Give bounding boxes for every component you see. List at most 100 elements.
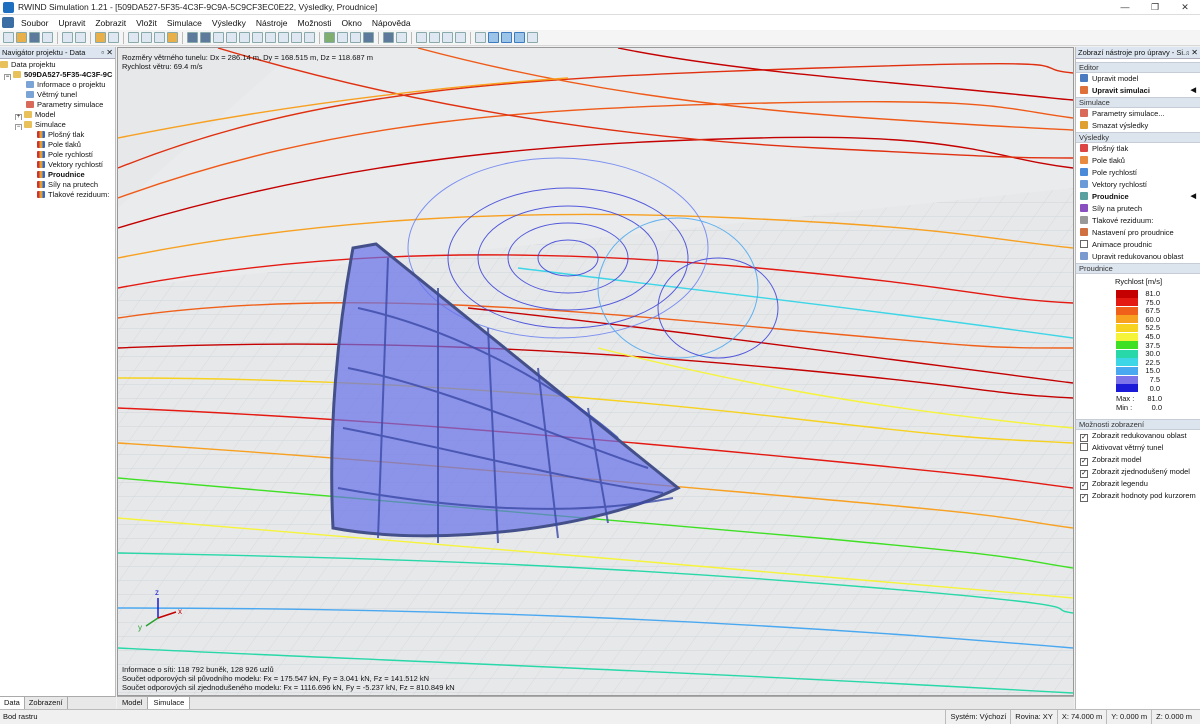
tree-sim-sily[interactable]: Síly na prutech xyxy=(0,180,115,190)
menu-zobrazit[interactable]: Zobrazit xyxy=(90,18,131,28)
3d-viewport[interactable]: z x y Rozměry větrného tunelu: Dx = 286.… xyxy=(117,47,1074,696)
tree-sim-pole-tlaku[interactable]: Pole tlaků xyxy=(0,140,115,150)
solid-icon[interactable] xyxy=(383,32,394,43)
display-option[interactable]: ✓ Zobrazit model xyxy=(1076,454,1200,466)
menu-moznosti[interactable]: Možnosti xyxy=(293,18,337,28)
menu-vlozit[interactable]: Vložit xyxy=(131,18,162,28)
status-grid-point[interactable]: Bod rastru xyxy=(3,710,38,724)
tree-project[interactable]: −509DA527-5F35-4C3F-9C xyxy=(0,70,115,80)
view-left-icon[interactable] xyxy=(239,32,250,43)
display-option[interactable]: ✓ Zobrazit redukovanou oblast xyxy=(1076,430,1200,442)
display-option[interactable]: ✓ Zobrazit hodnoty pod kurzorem xyxy=(1076,490,1200,502)
minimize-button[interactable]: — xyxy=(1110,0,1140,15)
panel-bottom-icon[interactable] xyxy=(514,32,525,43)
result-sily[interactable]: Síly na prutech xyxy=(1076,203,1200,215)
menu-okno[interactable]: Okno xyxy=(337,18,367,28)
snap-icon[interactable] xyxy=(167,32,178,43)
zoom-window-icon[interactable] xyxy=(304,32,315,43)
view-top-icon[interactable] xyxy=(265,32,276,43)
grid-icon[interactable] xyxy=(154,32,165,43)
result-pole-rychlosti[interactable]: Pole rychlostí xyxy=(1076,167,1200,179)
tree-sim-vektory[interactable]: Vektory rychlostí xyxy=(0,160,115,170)
dropdown-icon[interactable] xyxy=(108,32,119,43)
tree-sim-plosny-tlak[interactable]: Plošný tlak xyxy=(0,130,115,140)
edit-icon[interactable] xyxy=(95,32,106,43)
result-reziduum[interactable]: Tlakové reziduum: xyxy=(1076,215,1200,227)
tab-model[interactable]: Model xyxy=(117,697,149,709)
result-proudnice[interactable]: Proudnice ◀ xyxy=(1076,191,1200,203)
tab-data[interactable]: Data xyxy=(0,697,25,709)
color-icon[interactable] xyxy=(324,32,335,43)
tree-item-params[interactable]: Parametry simulace xyxy=(0,100,115,110)
tree-item-info[interactable]: Informace o projektu xyxy=(0,80,115,90)
delete-results-item[interactable]: Smazat výsledky xyxy=(1076,120,1200,132)
panel-right-icon[interactable] xyxy=(501,32,512,43)
navigator-buttons[interactable]: ▫ ✕ xyxy=(101,47,113,58)
display-icon[interactable] xyxy=(350,32,361,43)
clip-icon[interactable] xyxy=(455,32,466,43)
tree-item-tunnel[interactable]: Větrný tunel xyxy=(0,90,115,100)
edit-simulation-item[interactable]: Upravit simulaci ◀ xyxy=(1076,85,1200,97)
edit-reduced-area-item[interactable]: Upravit redukovanou oblast xyxy=(1076,251,1200,263)
move-icon[interactable] xyxy=(141,32,152,43)
menu-vysledky[interactable]: Výsledky xyxy=(207,18,251,28)
view-bottom-icon[interactable] xyxy=(278,32,289,43)
result-pole-tlaku[interactable]: Pole tlaků xyxy=(1076,155,1200,167)
arrows-icon[interactable] xyxy=(442,32,453,43)
layout-icon[interactable] xyxy=(475,32,486,43)
display-option[interactable]: ✓ Zobrazit legendu xyxy=(1076,478,1200,490)
animate-checkbox[interactable] xyxy=(1080,240,1088,248)
print-icon[interactable] xyxy=(42,32,53,43)
tree-sim-proudnice[interactable]: Proudnice xyxy=(0,170,115,180)
display-option[interactable]: Aktivovat větrný tunel xyxy=(1076,442,1200,454)
render-icon[interactable] xyxy=(337,32,348,43)
wireframe-icon[interactable] xyxy=(363,32,374,43)
view-right-icon[interactable] xyxy=(252,32,263,43)
section-icon[interactable] xyxy=(429,32,440,43)
transparency-icon[interactable] xyxy=(396,32,407,43)
view-back-icon[interactable] xyxy=(226,32,237,43)
zoom-all-icon[interactable] xyxy=(291,32,302,43)
animate-streamlines-item[interactable]: Animace proudnic xyxy=(1076,239,1200,251)
document-menu-icon[interactable] xyxy=(2,17,14,28)
view-rotate-icon[interactable] xyxy=(200,32,211,43)
result-plosny-tlak[interactable]: Plošný tlak xyxy=(1076,143,1200,155)
menu-nastroje[interactable]: Nástroje xyxy=(251,18,293,28)
tab-simulace[interactable]: Simulace xyxy=(148,697,191,709)
streamline-settings-item[interactable]: Nastavení pro proudnice xyxy=(1076,227,1200,239)
menu-simulace[interactable]: Simulace xyxy=(162,18,207,28)
panel-left-icon[interactable] xyxy=(488,32,499,43)
checked-checkbox[interactable]: ✓ xyxy=(1080,434,1088,442)
display-option[interactable]: ✓ Zobrazit zjednodušený model xyxy=(1076,466,1200,478)
view-3d-icon[interactable] xyxy=(187,32,198,43)
maximize-button[interactable]: ❐ xyxy=(1140,0,1170,15)
close-button[interactable]: ✕ xyxy=(1170,0,1200,15)
save-icon[interactable] xyxy=(29,32,40,43)
unchecked-checkbox[interactable] xyxy=(1080,443,1088,451)
redo-icon[interactable] xyxy=(75,32,86,43)
tree-sim-pole-rychlosti[interactable]: Pole rychlostí xyxy=(0,150,115,160)
menu-upravit[interactable]: Upravit xyxy=(53,18,90,28)
measure-icon[interactable] xyxy=(416,32,427,43)
tab-zobrazeni[interactable]: Zobrazení xyxy=(25,697,68,709)
settings-icon[interactable] xyxy=(527,32,538,43)
new-file-icon[interactable] xyxy=(3,32,14,43)
menu-soubor[interactable]: Soubor xyxy=(16,18,53,28)
tree-item-model[interactable]: + Model xyxy=(0,110,115,120)
undo-icon[interactable] xyxy=(62,32,73,43)
view-front-icon[interactable] xyxy=(213,32,224,43)
checked-checkbox[interactable]: ✓ xyxy=(1080,482,1088,490)
sim-params-item[interactable]: Parametry simulace... xyxy=(1076,108,1200,120)
tree-sim-reziduum[interactable]: Tlakové reziduum: xyxy=(0,190,115,200)
tree-root[interactable]: Data projektu xyxy=(0,60,115,70)
tools-buttons[interactable]: ▫ ✕ xyxy=(1186,47,1198,58)
checked-checkbox[interactable]: ✓ xyxy=(1080,458,1088,466)
open-folder-icon[interactable] xyxy=(16,32,27,43)
select-icon[interactable] xyxy=(128,32,139,43)
checked-checkbox[interactable]: ✓ xyxy=(1080,470,1088,478)
result-vektory[interactable]: Vektory rychlostí xyxy=(1076,179,1200,191)
tree-item-simulace[interactable]: − Simulace xyxy=(0,120,115,130)
edit-model-item[interactable]: Upravit model xyxy=(1076,73,1200,85)
checked-checkbox[interactable]: ✓ xyxy=(1080,494,1088,502)
menu-napoveda[interactable]: Nápověda xyxy=(367,18,416,28)
